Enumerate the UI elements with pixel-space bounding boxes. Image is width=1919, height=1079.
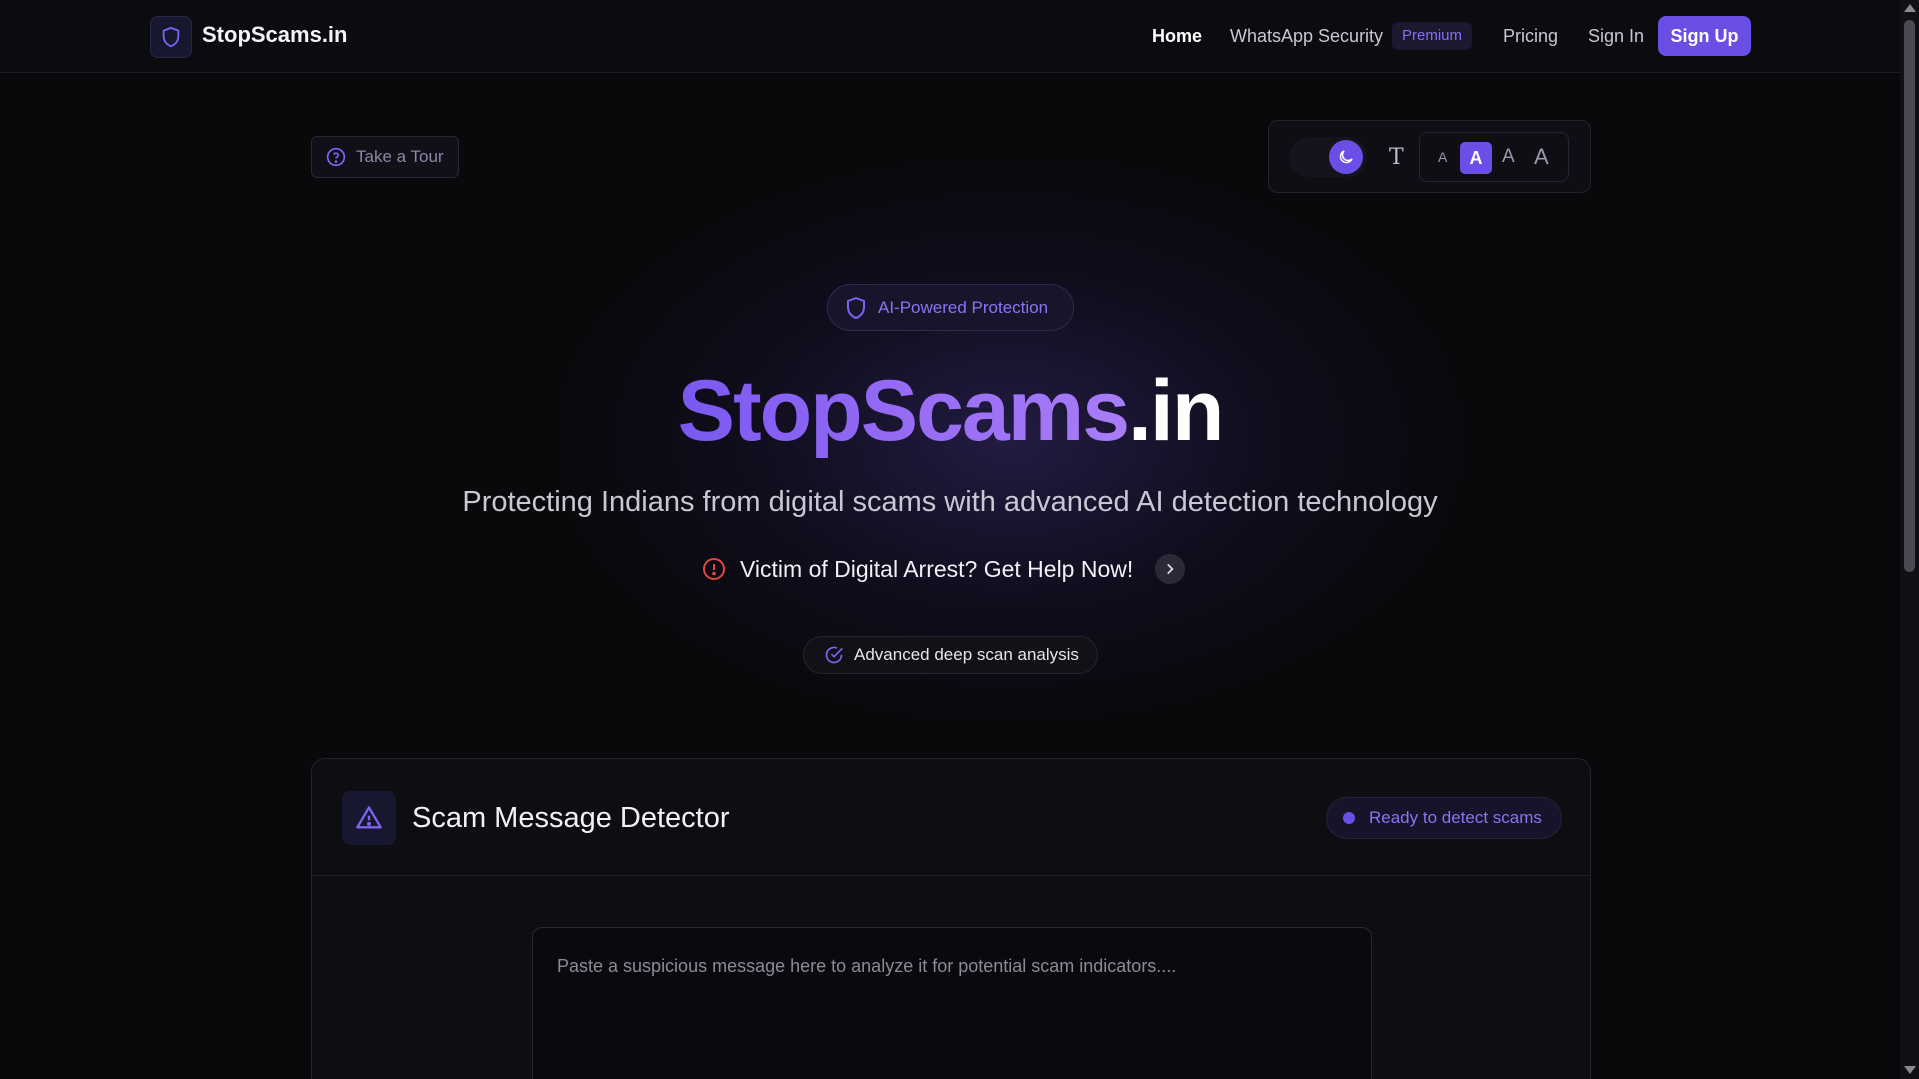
digital-arrest-help-label: Victim of Digital Arrest? Get Help Now! [740, 555, 1134, 582]
nav-whatsapp-security[interactable]: WhatsApp Security [1230, 26, 1383, 47]
scam-detector-header: Scam Message Detector Ready to detect sc… [312, 759, 1590, 876]
take-tour-button[interactable]: Take a Tour [311, 136, 459, 178]
nav-home[interactable]: Home [1152, 26, 1202, 47]
scam-detector-card: Scam Message Detector Ready to detect sc… [311, 758, 1591, 1079]
ai-protection-badge: AI-Powered Protection [827, 284, 1074, 331]
hero-subtitle: Protecting Indians from digital scams wi… [462, 486, 1438, 518]
theme-toggle[interactable] [1289, 137, 1367, 177]
font-size-large[interactable]: A [1502, 146, 1515, 168]
status-dot [1343, 812, 1355, 824]
display-controls: T A A A A [1268, 120, 1591, 193]
hero-title-main: StopScams [677, 363, 1130, 459]
hero-title: StopScams.in [0, 362, 1900, 461]
digital-arrest-help-link[interactable]: Victim of Digital Arrest? Get Help Now! [702, 552, 1186, 586]
warning-triangle-icon [356, 806, 382, 829]
alert-circle-icon [703, 558, 725, 580]
font-size-medium[interactable]: A [1460, 142, 1492, 174]
premium-badge: Premium [1392, 22, 1473, 50]
message-input[interactable] [532, 927, 1372, 1079]
logo[interactable] [150, 16, 192, 58]
font-size-selector: A A A A [1419, 132, 1569, 182]
scrollbar-thumb[interactable] [1904, 20, 1915, 572]
moon-icon [1339, 150, 1353, 164]
page-scrollbar[interactable] [1900, 0, 1919, 1079]
deep-scan-feature-pill: Advanced deep scan analysis [803, 636, 1098, 674]
detector-status-badge: Ready to detect scams [1326, 797, 1562, 839]
take-tour-label: Take a Tour [356, 147, 444, 166]
shield-icon [162, 26, 180, 48]
font-size-small[interactable]: A [1438, 149, 1447, 165]
detector-icon-box [342, 791, 396, 845]
font-size-xlarge[interactable]: A [1534, 144, 1549, 170]
detector-status-label: Ready to detect scams [1369, 808, 1542, 827]
shield-icon [847, 296, 865, 319]
scroll-down-arrow-icon[interactable] [1904, 1066, 1916, 1074]
hero-title-tld: .in [1128, 363, 1224, 459]
scam-detector-title: Scam Message Detector [412, 802, 730, 834]
ai-protection-label: AI-Powered Protection [878, 297, 1049, 317]
sign-up-button[interactable]: Sign Up [1658, 16, 1751, 56]
scroll-up-arrow-icon[interactable] [1904, 4, 1916, 12]
chevron-right-icon [1155, 554, 1186, 584]
navbar: StopScams.in Home WhatsApp Security Prem… [0, 0, 1900, 73]
nav-sign-in[interactable]: Sign In [1588, 26, 1644, 47]
check-circle-icon [825, 646, 843, 664]
deep-scan-label: Advanced deep scan analysis [854, 645, 1079, 664]
brand-name[interactable]: StopScams.in [202, 22, 347, 48]
text-size-icon: T [1389, 145, 1404, 170]
theme-toggle-knob [1329, 140, 1363, 174]
nav-pricing[interactable]: Pricing [1503, 26, 1558, 47]
help-circle-icon [326, 147, 346, 167]
